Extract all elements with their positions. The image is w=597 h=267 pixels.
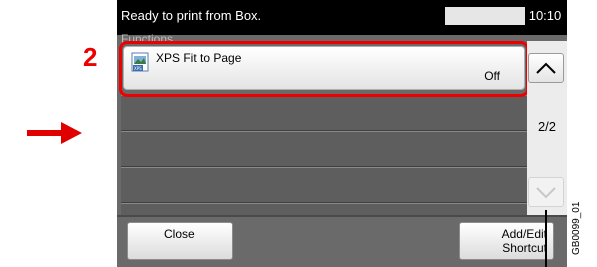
- highlight-frame: [119, 41, 529, 97]
- chevron-up-icon: [536, 62, 556, 74]
- status-message: Ready to print from Box.: [121, 8, 262, 23]
- pointer-arrow-icon: [27, 122, 82, 144]
- list-row-empty: [121, 167, 527, 203]
- status-indicator: [445, 7, 525, 25]
- scroll-up-button[interactable]: [528, 53, 564, 83]
- scroll-column: 2/2: [527, 41, 567, 217]
- figure-code: GB0099_01: [571, 201, 582, 255]
- function-list: XPS XPS Fit to Page Off: [119, 41, 529, 217]
- close-label: Close: [164, 227, 195, 241]
- device-panel: Ready to print from Box. 10:10 Functions…: [117, 0, 567, 267]
- add-edit-label: Add/Edit: [501, 227, 547, 241]
- scroll-down-button[interactable]: [528, 177, 564, 207]
- list-row-empty: [121, 95, 527, 131]
- chevron-down-icon: [536, 187, 556, 199]
- footer-separator: [117, 215, 567, 217]
- status-bar: Ready to print from Box. 10:10: [117, 0, 567, 35]
- step-number: 2: [83, 42, 98, 72]
- list-row-empty: [121, 131, 527, 167]
- shortcut-label: Shortcut: [502, 241, 547, 255]
- add-edit-shortcut-button[interactable]: Add/Edit Shortcut: [459, 222, 554, 260]
- status-time: 10:10: [528, 8, 562, 23]
- close-button[interactable]: Close: [127, 222, 233, 260]
- callout-line: [545, 210, 547, 267]
- page-indicator: 2/2: [537, 119, 557, 134]
